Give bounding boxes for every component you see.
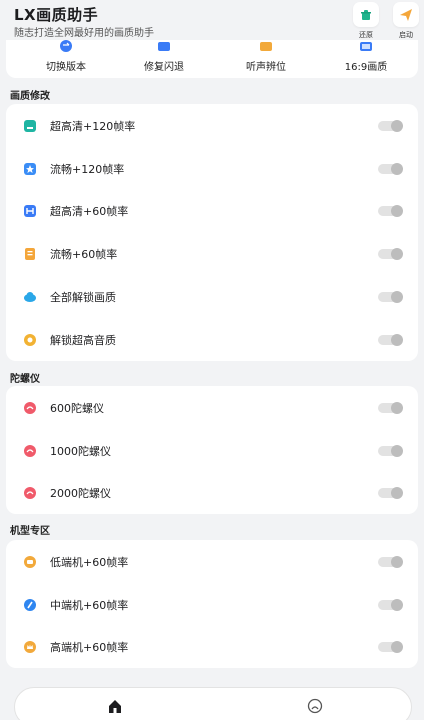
music-icon bbox=[23, 333, 37, 347]
toggle-switch[interactable] bbox=[378, 163, 403, 175]
quick-actions: 切换版本 修复闪退 听声辨位 16:9画质 bbox=[6, 40, 418, 78]
item-label: 低端机+60帧率 bbox=[50, 556, 129, 569]
restore-label: 还原 bbox=[359, 31, 373, 39]
app-header: LX画质助手 随志打造全网最好用的画质助手 还原 启动 bbox=[0, 0, 424, 44]
item-label: 高端机+60帧率 bbox=[50, 641, 129, 654]
ratio-16-9-button[interactable]: 16:9画质 bbox=[326, 40, 406, 78]
section-title-device: 机型专区 bbox=[10, 526, 50, 537]
chat-icon bbox=[23, 555, 37, 569]
item-label: 全部解锁画质 bbox=[50, 291, 116, 304]
toggle-knob bbox=[391, 599, 403, 611]
toggle-switch[interactable] bbox=[378, 487, 403, 499]
item-label: 解锁超高音质 bbox=[50, 334, 116, 347]
toggle-knob bbox=[391, 163, 403, 175]
toggle-switch[interactable] bbox=[378, 248, 403, 260]
toggle-knob bbox=[391, 248, 403, 260]
list-item[interactable]: 流畅+120帧率 bbox=[6, 148, 418, 190]
repair-icon bbox=[158, 40, 170, 52]
bottom-nav bbox=[14, 687, 412, 720]
toggle-knob bbox=[391, 445, 403, 457]
device-card: 低端机+60帧率 中端机+60帧率 高端机+60帧率 bbox=[6, 540, 418, 668]
restore-button[interactable]: 还原 bbox=[351, 2, 381, 40]
toggle-switch[interactable] bbox=[378, 291, 403, 303]
item-label: 超高清+120帧率 bbox=[50, 120, 136, 133]
toggle-switch[interactable] bbox=[378, 445, 403, 457]
list-item[interactable]: 1000陀螺仪 bbox=[6, 430, 418, 472]
quick-action-label: 听声辨位 bbox=[246, 62, 286, 73]
item-label: 超高清+60帧率 bbox=[50, 205, 129, 218]
toggle-knob bbox=[391, 334, 403, 346]
toggle-knob bbox=[391, 556, 403, 568]
toggle-switch[interactable] bbox=[378, 334, 403, 346]
list-item[interactable]: 中端机+60帧率 bbox=[6, 584, 418, 626]
screen-icon bbox=[360, 40, 372, 52]
toggle-knob bbox=[391, 402, 403, 414]
item-label: 流畅+120帧率 bbox=[50, 163, 125, 176]
gyro-icon bbox=[23, 401, 37, 415]
item-label: 1000陀螺仪 bbox=[50, 445, 111, 458]
sound-icon bbox=[260, 40, 272, 52]
blue-hd-icon bbox=[23, 204, 37, 218]
list-item[interactable]: 全部解锁画质 bbox=[6, 276, 418, 318]
toggle-knob bbox=[391, 641, 403, 653]
switch-version-button[interactable]: 切换版本 bbox=[26, 40, 106, 78]
list-item[interactable]: 600陀螺仪 bbox=[6, 387, 418, 429]
toggle-knob bbox=[391, 120, 403, 132]
start-button[interactable]: 启动 bbox=[391, 2, 421, 40]
section-title-quality: 画质修改 bbox=[10, 91, 50, 102]
toggle-knob bbox=[391, 487, 403, 499]
fix-crash-button[interactable]: 修复闪退 bbox=[124, 40, 204, 78]
cloud-icon bbox=[23, 290, 37, 304]
list-item[interactable]: 超高清+120帧率 bbox=[6, 105, 418, 147]
list-item[interactable]: 2000陀螺仪 bbox=[6, 472, 418, 514]
sound-position-button[interactable]: 听声辨位 bbox=[226, 40, 306, 78]
gyro-card: 600陀螺仪 1000陀螺仪 2000陀螺仪 bbox=[6, 386, 418, 514]
crown-icon bbox=[23, 640, 37, 654]
restore-icon bbox=[353, 2, 379, 27]
blue-star-icon bbox=[23, 162, 37, 176]
list-item[interactable]: 高端机+60帧率 bbox=[6, 626, 418, 668]
item-label: 中端机+60帧率 bbox=[50, 599, 129, 612]
toggle-switch[interactable] bbox=[378, 402, 403, 414]
item-label: 流畅+60帧率 bbox=[50, 248, 118, 261]
item-label: 600陀螺仪 bbox=[50, 402, 104, 415]
toggle-switch[interactable] bbox=[378, 641, 403, 653]
app-title: LX画质助手 bbox=[14, 6, 99, 24]
toggle-switch[interactable] bbox=[378, 599, 403, 611]
toggle-switch[interactable] bbox=[378, 205, 403, 217]
quick-action-label: 切换版本 bbox=[46, 62, 86, 73]
home-icon[interactable] bbox=[107, 698, 123, 714]
profile-icon[interactable] bbox=[307, 698, 323, 714]
quick-action-label: 修复闪退 bbox=[144, 62, 184, 73]
section-title-gyro: 陀螺仪 bbox=[10, 374, 40, 385]
app-subtitle: 随志打造全网最好用的画质助手 bbox=[14, 28, 154, 39]
toggle-knob bbox=[391, 205, 403, 217]
toggle-switch[interactable] bbox=[378, 120, 403, 132]
quality-card: 超高清+120帧率 流畅+120帧率 超高清+60帧率 流畅+60帧率 全部解锁… bbox=[6, 104, 418, 361]
item-label: 2000陀螺仪 bbox=[50, 487, 111, 500]
swap-icon bbox=[60, 40, 72, 52]
teal-square-icon bbox=[23, 119, 37, 133]
rocket-icon bbox=[23, 598, 37, 612]
toggle-switch[interactable] bbox=[378, 556, 403, 568]
start-label: 启动 bbox=[399, 31, 413, 39]
list-item[interactable]: 解锁超高音质 bbox=[6, 319, 418, 361]
list-item[interactable]: 低端机+60帧率 bbox=[6, 541, 418, 583]
list-item[interactable]: 超高清+60帧率 bbox=[6, 190, 418, 232]
gyro-icon bbox=[23, 444, 37, 458]
send-icon bbox=[393, 2, 419, 27]
orange-doc-icon bbox=[23, 247, 37, 261]
gyro-icon bbox=[23, 486, 37, 500]
list-item[interactable]: 流畅+60帧率 bbox=[6, 233, 418, 275]
toggle-knob bbox=[391, 291, 403, 303]
quick-action-label: 16:9画质 bbox=[344, 62, 388, 73]
